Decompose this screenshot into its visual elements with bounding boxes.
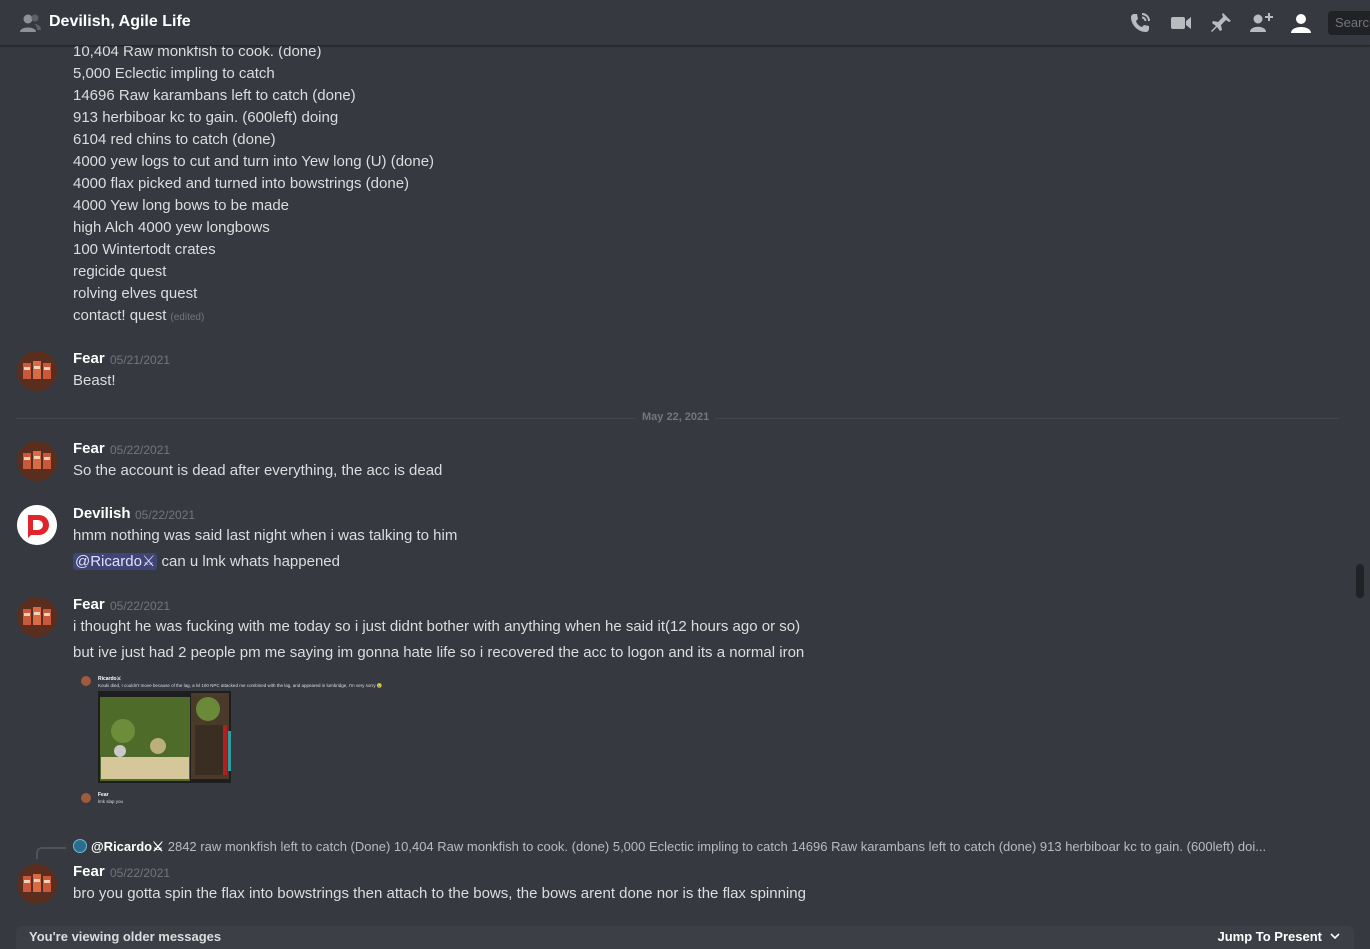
scrollbar-thumb[interactable]	[1356, 564, 1364, 598]
attachment-inner-text: lmk slap you	[98, 799, 124, 804]
avatar[interactable]	[17, 864, 57, 904]
message-author[interactable]: Fear	[73, 596, 105, 613]
start-video-call-icon[interactable]	[1169, 11, 1193, 35]
image-attachment[interactable]: Ricardo⚔ Kouki died, I couldn't move bec…	[73, 671, 473, 815]
message-line: 913 herbiboar kc to gain. (600left) doin…	[73, 109, 339, 126]
message-line: i thought he was fucking with me today s…	[73, 618, 801, 635]
attachment-inner-author: Fear	[98, 792, 109, 798]
message-author[interactable]: Fear	[73, 440, 105, 457]
message-timestamp: 05/22/2021	[110, 599, 171, 613]
fear-avatar-icon	[17, 351, 57, 391]
message-line: 14696 Raw karambans left to catch (done)	[73, 87, 356, 104]
message-line: So the account is dead after everything,…	[73, 462, 443, 479]
date-divider-label: May 22, 2021	[636, 411, 716, 423]
channel-title: Devilish, Agile Life	[49, 13, 191, 30]
message-timestamp: 05/22/2021	[135, 508, 196, 522]
member-list-icon[interactable]	[1289, 11, 1313, 35]
older-messages-bar: You're viewing older messages Jump To Pr…	[16, 926, 1354, 949]
reply-text: 2842 raw monkfish left to catch (Done) 1…	[167, 839, 1267, 854]
avatar[interactable]	[17, 351, 57, 391]
message-line: bro you gotta spin the flax into bowstri…	[73, 885, 806, 902]
avatar[interactable]	[17, 441, 57, 481]
channel-header: Devilish, Agile Life Search	[0, 0, 1370, 46]
message-author[interactable]: Fear	[73, 350, 105, 367]
add-friends-to-dm-icon[interactable]	[1249, 11, 1273, 35]
message-line: 4000 flax picked and turned into bowstri…	[73, 175, 410, 192]
message-line: contact! quest (edited)	[73, 307, 204, 327]
message-line: 6104 red chins to catch (done)	[73, 131, 276, 148]
message-line: Beast!	[73, 372, 116, 389]
chevron-down-icon	[1330, 933, 1340, 940]
jump-to-present-button[interactable]: Jump To Present	[1217, 929, 1340, 944]
message-line: @Ricardo⚔ can u lmk whats happened	[73, 553, 340, 571]
message-line: 5,000 Eclectic impling to catch	[73, 65, 275, 82]
reply-preview[interactable]: @Ricardo⚔ 2842 raw monkfish left to catch…	[73, 839, 1303, 855]
message-line: hmm nothing was said last night when i w…	[73, 527, 458, 544]
message-text: contact! quest	[73, 307, 167, 324]
message-text: can u lmk whats happened	[157, 553, 340, 570]
message-timestamp: 05/22/2021	[110, 866, 171, 880]
devilish-logo-icon	[17, 505, 57, 545]
message-line: rolving elves quest	[73, 285, 198, 302]
fear-avatar-icon	[17, 597, 57, 637]
attachment-inner-text: Kouki died, I couldn't move because of t…	[98, 683, 383, 688]
message-line: 100 Wintertodt crates	[73, 241, 216, 258]
jump-to-present-label: Jump To Present	[1217, 929, 1322, 944]
older-messages-text: You're viewing older messages	[29, 929, 222, 944]
avatar[interactable]	[17, 505, 57, 545]
reply-connector	[36, 847, 66, 859]
message-author[interactable]: Devilish	[73, 505, 131, 522]
message-line: high Alch 4000 yew longbows	[73, 219, 270, 236]
reply-avatar	[73, 839, 87, 853]
reply-author[interactable]: @Ricardo⚔	[91, 839, 164, 854]
message-timestamp: 05/22/2021	[110, 443, 171, 457]
edited-label: (edited)	[170, 312, 205, 323]
message-line: but ive just had 2 people pm me saying i…	[73, 644, 805, 661]
group-dm-icon	[20, 14, 41, 32]
scrollbar-track[interactable]	[1356, 46, 1364, 926]
message-author[interactable]: Fear	[73, 863, 105, 880]
avatar[interactable]	[17, 597, 57, 637]
message-line: 4000 Yew long bows to be made	[73, 197, 289, 214]
fear-avatar-icon	[17, 441, 57, 481]
pinned-messages-icon[interactable]	[1209, 11, 1233, 35]
message-timestamp: 05/21/2021	[110, 353, 171, 367]
message-line: regicide quest	[73, 263, 167, 280]
search-input[interactable]: Search	[1328, 11, 1370, 35]
user-mention[interactable]: @Ricardo⚔	[73, 553, 158, 570]
attachment-inner-author: Ricardo⚔	[98, 676, 122, 682]
fear-avatar-icon	[17, 864, 57, 904]
message-line: 4000 yew logs to cut and turn into Yew l…	[73, 153, 435, 170]
message-scroller[interactable]: 10,404 Raw monkfish to cook. (done) 5,00…	[0, 0, 1370, 949]
attachment-preview-icon: Ricardo⚔ Kouki died, I couldn't move bec…	[73, 671, 473, 815]
start-voice-call-icon[interactable]	[1128, 11, 1152, 35]
